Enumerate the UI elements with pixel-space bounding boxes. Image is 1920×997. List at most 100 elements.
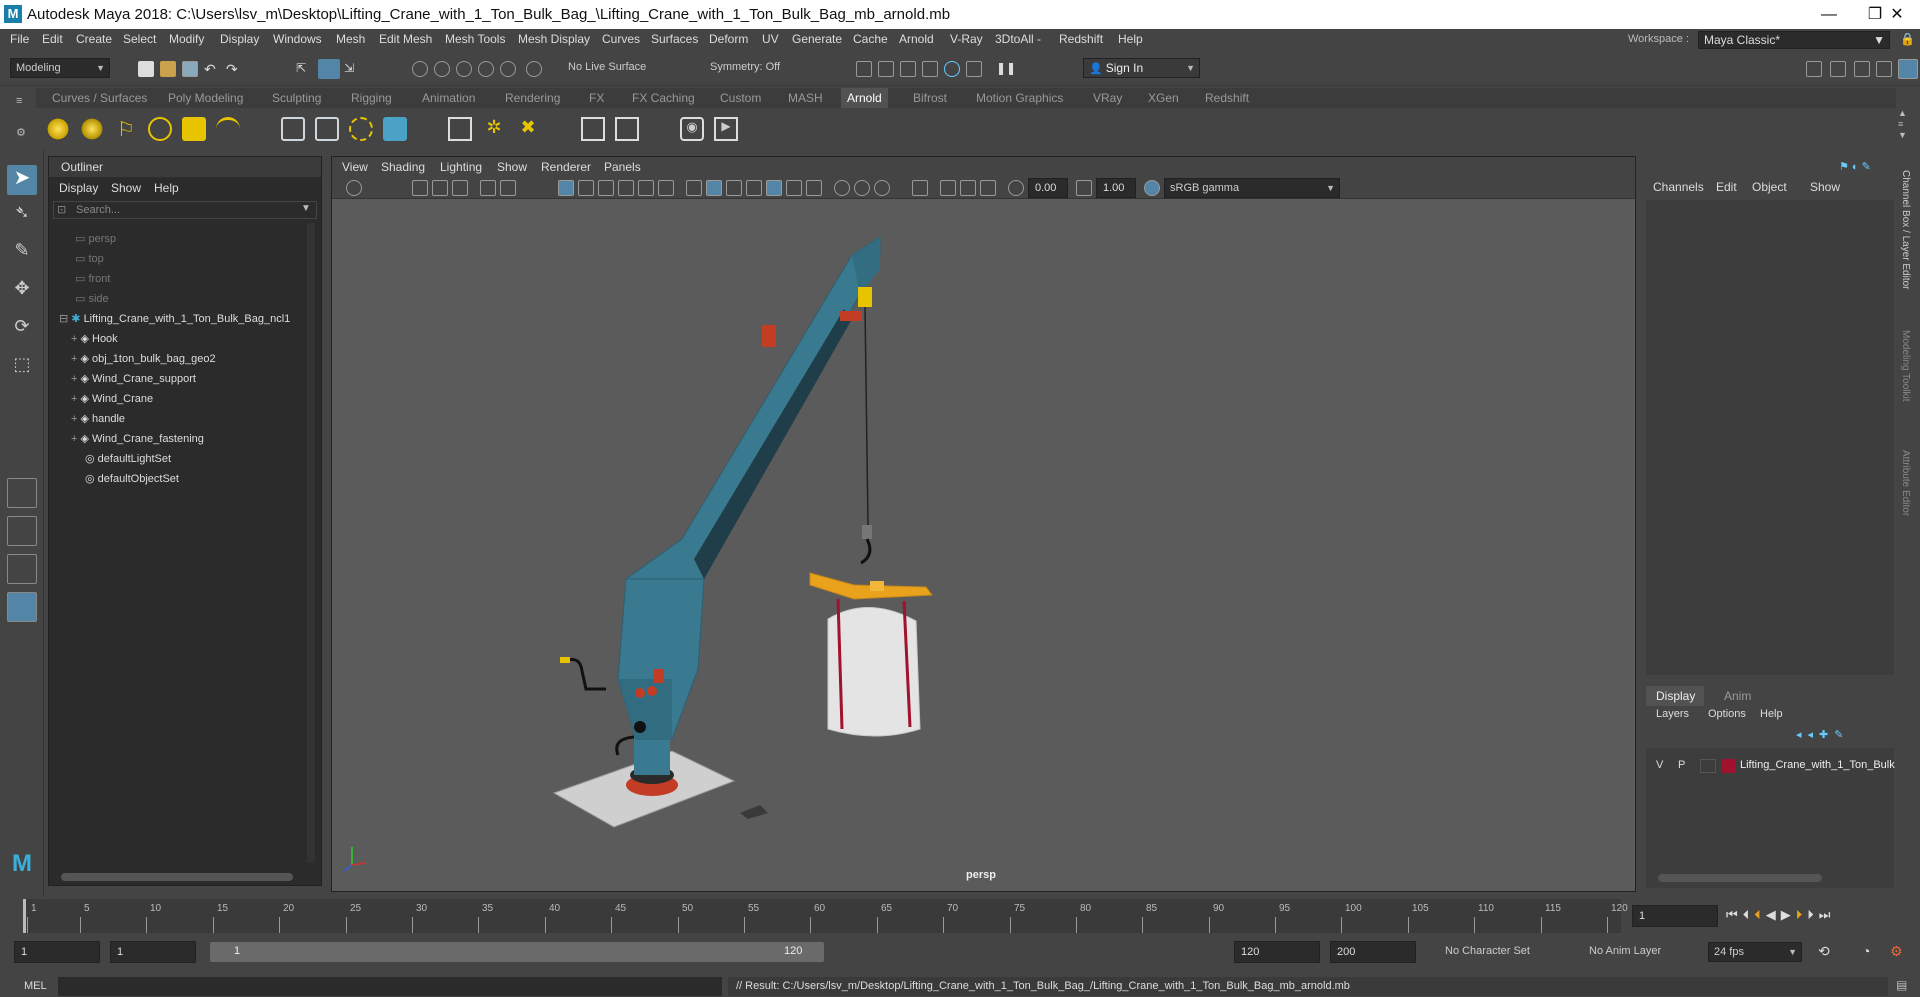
default-material-icon[interactable] xyxy=(726,180,742,196)
menu-mesh-display[interactable]: Mesh Display xyxy=(518,29,590,50)
menu-create[interactable]: Create xyxy=(76,29,112,50)
wireframe-icon[interactable] xyxy=(686,180,702,196)
color-space-dropdown[interactable]: sRGB gamma ▼ xyxy=(1164,178,1340,198)
vp-menu-renderer[interactable]: Renderer xyxy=(541,160,591,174)
step-forward-icon[interactable]: ⏵ xyxy=(1807,907,1819,922)
menu-windows[interactable]: Windows xyxy=(273,29,322,50)
layers-menu-help[interactable]: Help xyxy=(1760,708,1783,720)
scene-start-field[interactable]: 1 xyxy=(14,941,100,963)
gamma-icon[interactable] xyxy=(1076,180,1092,196)
tab-custom[interactable]: Custom xyxy=(720,91,761,105)
layer-color-swatch[interactable] xyxy=(1722,759,1736,773)
bookmark-icon[interactable] xyxy=(432,180,448,196)
skydome-light-icon[interactable] xyxy=(148,117,172,141)
chevron-down-icon[interactable]: ▼ xyxy=(301,203,311,214)
area-light-icon[interactable] xyxy=(46,117,70,141)
light-portal-icon[interactable] xyxy=(182,117,206,141)
film-gate-icon[interactable] xyxy=(578,180,594,196)
anim-end-field[interactable]: 120 xyxy=(1234,941,1320,963)
volume-icon[interactable] xyxy=(349,117,373,141)
grease-pencil-icon[interactable] xyxy=(500,180,516,196)
outliner-item-bulk-bag[interactable]: + ◈ obj_1ton_bulk_bag_geo2 xyxy=(71,349,216,369)
anim-start-field[interactable]: 1 xyxy=(110,941,196,963)
menu-edit[interactable]: Edit xyxy=(42,29,63,50)
menu-mesh[interactable]: Mesh xyxy=(336,29,365,50)
tab-fx-caching[interactable]: FX Caching xyxy=(632,91,695,105)
time-ruler[interactable]: 1 5 10 15 20 25 30 35 40 45 50 55 60 65 70 75 80 85 90 95 10… xyxy=(23,899,1628,933)
snap-view-plane-icon[interactable] xyxy=(478,61,494,77)
menu-deform[interactable]: Deform xyxy=(709,29,748,50)
render-view-shelf-icon[interactable] xyxy=(448,117,472,141)
auto-key-icon[interactable]: ◔ xyxy=(1862,943,1870,959)
menu-display[interactable]: Display xyxy=(220,29,259,50)
gate-mask-icon[interactable] xyxy=(618,180,634,196)
tab-bifrost[interactable]: Bifrost xyxy=(913,91,947,105)
shelf-scroll-icon[interactable]: ▲ ≡ ▼ xyxy=(1898,108,1907,141)
ipr-render-icon[interactable] xyxy=(900,61,916,77)
cb-menu-object[interactable]: Object xyxy=(1752,180,1787,194)
outliner-layout-icon[interactable] xyxy=(7,592,37,622)
physical-sky-icon[interactable] xyxy=(216,117,240,141)
export-standin-icon[interactable] xyxy=(315,117,339,141)
backface-culling-icon[interactable] xyxy=(980,180,996,196)
cb-menu-edit[interactable]: Edit xyxy=(1716,180,1737,194)
tab-animation[interactable]: Animation xyxy=(422,91,475,105)
next-key-icon[interactable]: ⏵ xyxy=(1796,907,1808,922)
menu-help[interactable]: Help xyxy=(1118,29,1143,50)
live-surface-field[interactable]: No Live Surface xyxy=(563,58,673,78)
exposure-icon[interactable] xyxy=(1008,180,1024,196)
outliner-item-light-set[interactable]: ◎ defaultLightSet xyxy=(85,449,171,469)
render-frame-icon[interactable] xyxy=(878,61,894,77)
standin-icon[interactable] xyxy=(281,117,305,141)
eye-icon[interactable]: ◉ xyxy=(680,117,704,141)
layer-tools-icon[interactable]: ◂◂✚✎ xyxy=(1796,728,1849,741)
two-d-pan-icon[interactable] xyxy=(480,180,496,196)
outliner-item-crane-support[interactable]: + ◈ Wind_Crane_support xyxy=(71,369,196,389)
symmetry-dropdown[interactable]: Symmetry: Off xyxy=(705,58,805,78)
lasso-tool-icon[interactable]: ➴ xyxy=(7,202,37,232)
textured-icon[interactable] xyxy=(766,180,782,196)
go-to-start-icon[interactable]: ⏮ xyxy=(1726,907,1743,922)
layer-visibility-toggle[interactable]: V xyxy=(1656,759,1663,771)
layer-type-toggle[interactable] xyxy=(1700,759,1716,773)
menu-3dtoall[interactable]: 3DtoAll - xyxy=(995,29,1041,50)
tab-display[interactable]: Display xyxy=(1646,686,1704,706)
character-set-dropdown[interactable]: No Character Set xyxy=(1440,942,1574,962)
render-settings-icon[interactable] xyxy=(922,61,938,77)
save-scene-icon[interactable] xyxy=(182,61,198,77)
select-object-icon[interactable] xyxy=(318,59,340,79)
menu-modify[interactable]: Modify xyxy=(169,29,204,50)
menu-redshift[interactable]: Redshift xyxy=(1059,29,1103,50)
play-back-icon[interactable]: ◀ xyxy=(1766,907,1781,922)
move-tool-icon[interactable]: ✥ xyxy=(7,278,37,308)
field-chart-icon[interactable] xyxy=(638,180,654,196)
four-pane-icon[interactable] xyxy=(7,516,37,546)
menu-generate[interactable]: Generate xyxy=(792,29,842,50)
tab-xgen[interactable]: XGen xyxy=(1148,91,1179,105)
layers-menu-layers[interactable]: Layers xyxy=(1656,708,1689,720)
modeling-toolkit-icon[interactable] xyxy=(1830,61,1846,77)
xray-joints-icon[interactable] xyxy=(960,180,976,196)
cb-menu-show[interactable]: Show xyxy=(1810,180,1840,194)
tx-manager-icon[interactable] xyxy=(581,117,605,141)
outliner-item-handle[interactable]: + ◈ handle xyxy=(71,409,125,429)
flush-cache-icon[interactable]: ✲ xyxy=(482,117,506,141)
filter-icon[interactable]: ⊡ xyxy=(57,203,66,216)
tab-mash[interactable]: MASH xyxy=(788,91,823,105)
vp-menu-lighting[interactable]: Lighting xyxy=(440,160,482,174)
range-bar[interactable]: 1 120 xyxy=(210,942,824,962)
single-pane-icon[interactable] xyxy=(7,478,37,508)
tab-vray[interactable]: VRay xyxy=(1093,91,1122,105)
vp-menu-view[interactable]: View xyxy=(342,160,368,174)
side-tab-channel-box[interactable]: Channel Box / Layer Editor xyxy=(1900,170,1911,290)
menu-edit-mesh[interactable]: Edit Mesh xyxy=(379,29,432,50)
gamma-field[interactable]: 1.00 xyxy=(1096,178,1136,198)
tab-sculpting[interactable]: Sculpting xyxy=(272,91,321,105)
outliner-vertical-scrollbar[interactable] xyxy=(307,223,315,863)
redo-icon[interactable]: ↷ xyxy=(226,61,242,77)
outliner-horizontal-scrollbar[interactable] xyxy=(61,873,293,881)
menu-vray[interactable]: V-Ray xyxy=(950,29,983,50)
scale-tool-icon[interactable]: ⬚ xyxy=(7,354,37,384)
play-forward-icon[interactable]: ▶ xyxy=(1781,907,1796,922)
render-region-icon[interactable] xyxy=(856,61,872,77)
